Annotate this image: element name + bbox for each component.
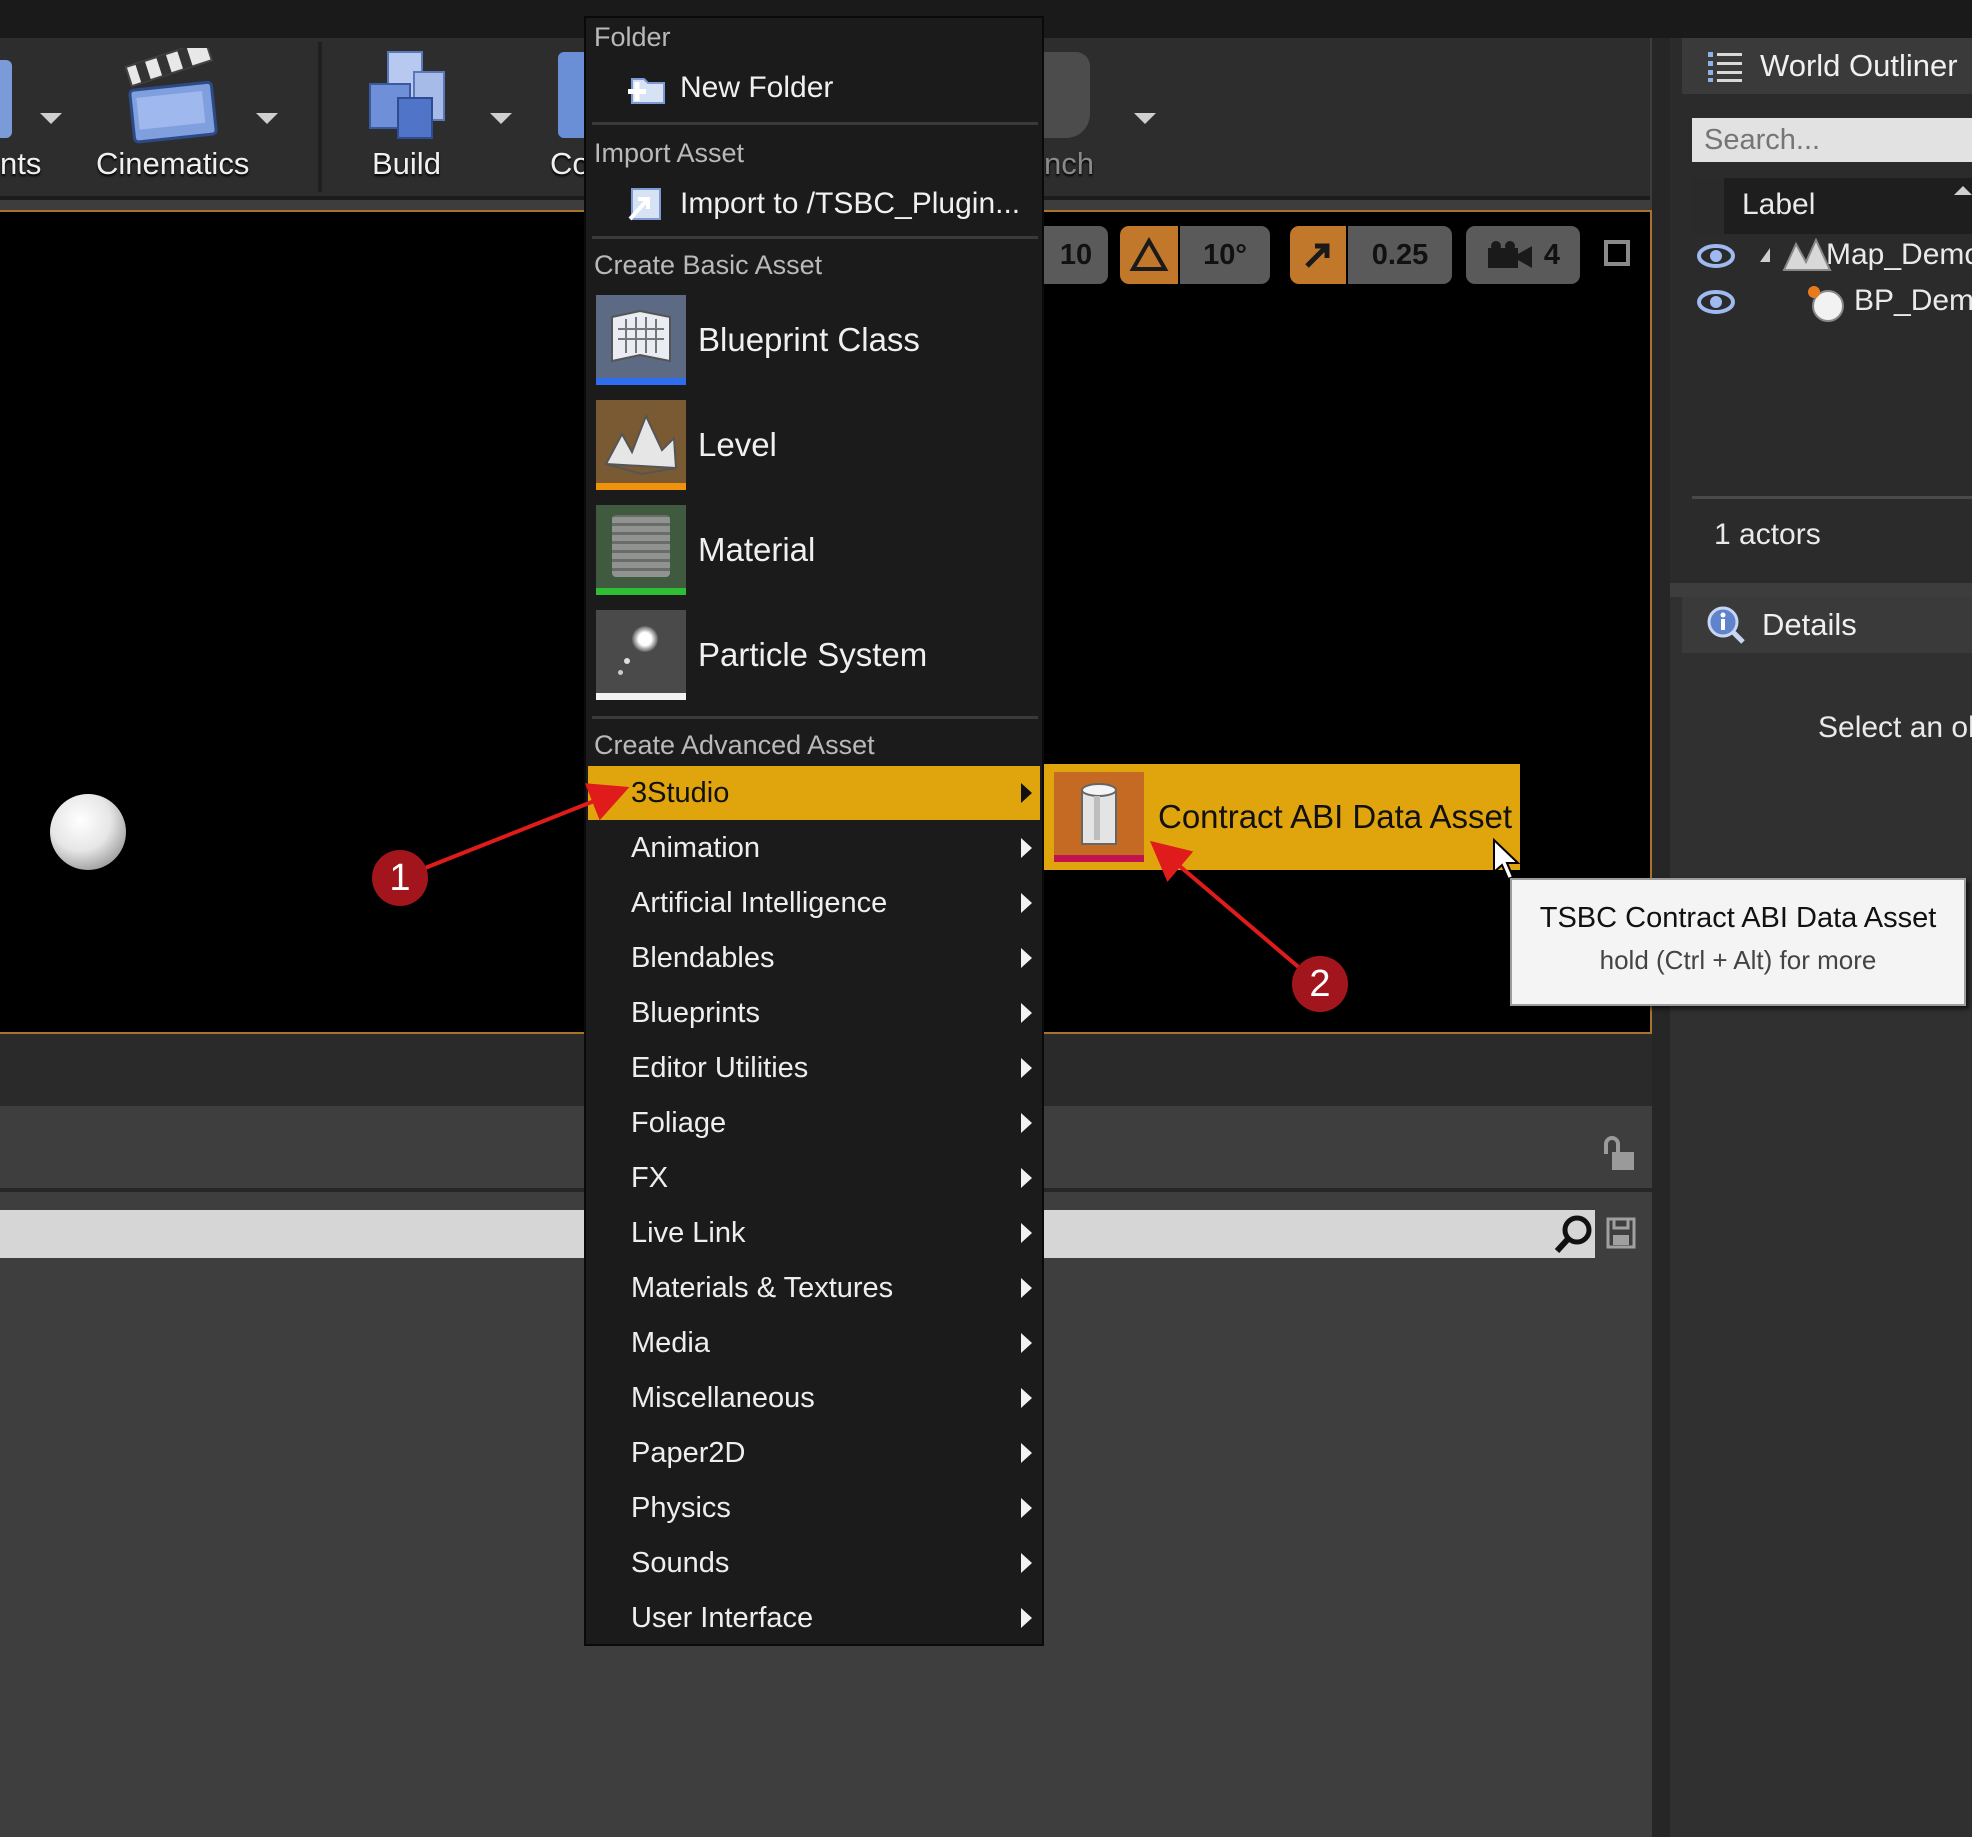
callout-badge-2: 2: [1292, 956, 1348, 1012]
annotation-arrow-2: [1149, 840, 1304, 972]
annotation-arrows: [419, 783, 1304, 972]
annotation-arrow-1: [419, 783, 630, 872]
callout-badge-1: 1: [372, 850, 428, 906]
